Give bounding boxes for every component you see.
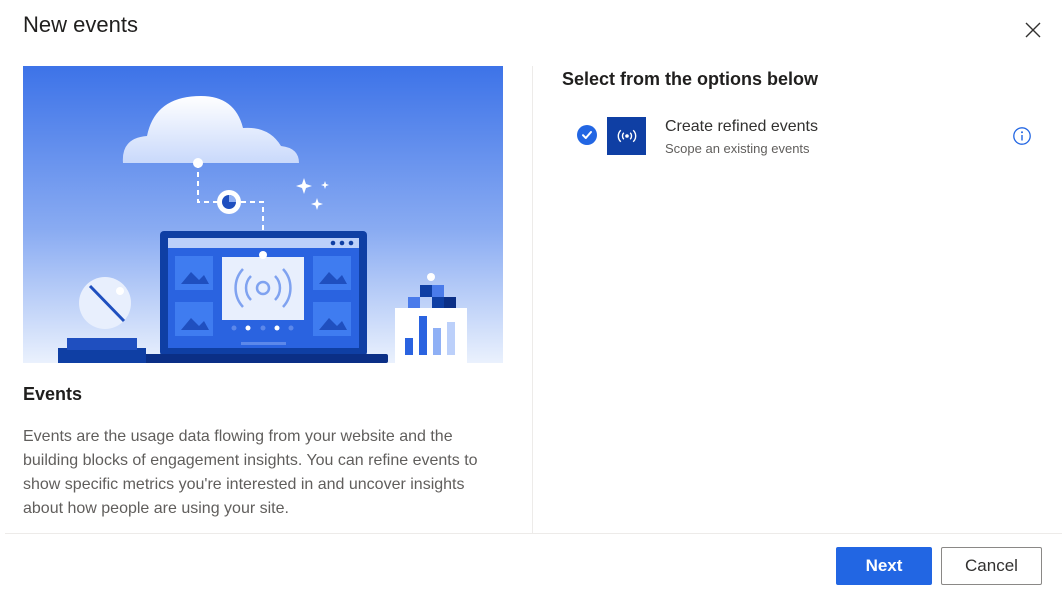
events-illustration [23,66,503,363]
option-create-refined-events[interactable]: Create refined events Scope an existing … [577,116,1037,156]
options-heading: Select from the options below [562,69,819,89]
checkmark-icon[interactable] [577,125,597,145]
broadcast-icon [607,117,646,155]
section-heading: Events [23,384,83,404]
option-title: Create refined events [665,118,818,135]
cancel-button[interactable]: Cancel [941,547,1042,585]
illustration-container [23,66,503,363]
close-button[interactable] [1021,18,1045,42]
next-button[interactable]: Next [836,547,932,585]
close-icon [1025,22,1041,38]
info-icon[interactable] [1012,126,1032,146]
section-description: Events are the usage data flowing from y… [23,428,478,517]
laptop-icon [138,231,388,363]
vertical-divider [532,66,533,533]
option-subtitle: Scope an existing events [665,141,810,156]
dialog-title: New events [23,12,138,37]
footer-divider [5,533,1062,534]
